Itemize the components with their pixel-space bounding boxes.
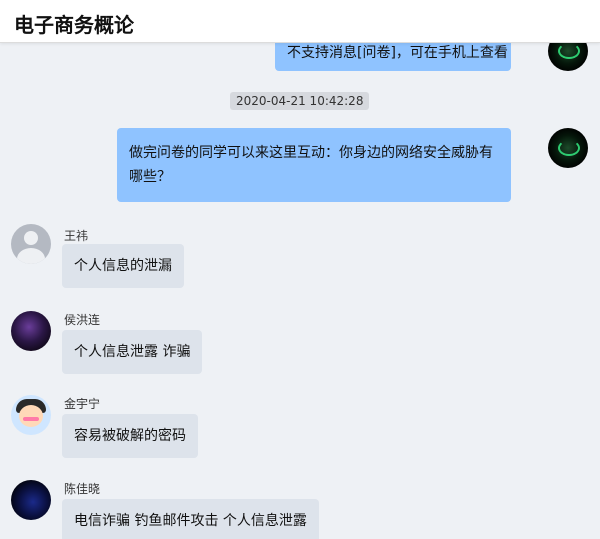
sender-name: 金宇宁 [64,397,101,411]
default-avatar-icon [24,231,38,245]
user-avatar[interactable] [11,395,51,435]
user-avatar[interactable] [11,311,51,351]
self-message-bubble: 做完问卷的同学可以来这里互动：你身边的网络安全威胁有哪些？ [117,128,511,202]
sender-name: 侯洪连 [64,313,101,327]
user-message-text: 容易被破解的密码 [74,428,186,444]
message-timestamp: 2020-04-21 10:42:28 [230,92,370,110]
self-message-text: 做完问卷的同学可以来这里互动：你身边的网络安全威胁有哪些？ [129,145,493,185]
user-message-text: 个人信息泄露 诈骗 [74,344,191,360]
default-avatar-shoulders [17,248,45,264]
user-message-text: 个人信息的泄漏 [74,258,172,274]
user-message-bubble: 容易被破解的密码 [62,414,198,458]
user-avatar[interactable] [11,224,51,264]
sender-name: 王祎 [64,229,89,243]
self-avatar[interactable] [548,128,588,168]
chat-area[interactable]: 不支持消息[问卷]，可在手机上查看 2020-04-21 10:42:28 做完… [0,43,600,539]
app-header: 电子商务概论 [0,0,600,43]
user-message-text: 电信诈骗 钓鱼邮件攻击 个人信息泄露 [74,513,307,529]
sender-name: 陈佳晓 [64,482,101,496]
user-message-bubble: 电信诈骗 钓鱼邮件攻击 个人信息泄露 [62,499,319,539]
avatar-face [19,405,43,427]
user-message-bubble: 个人信息的泄漏 [62,244,184,288]
user-avatar[interactable] [11,480,51,520]
self-message-bubble: 不支持消息[问卷]，可在手机上查看 [275,43,511,71]
avatar-blush [23,417,39,421]
page-title: 电子商务概论 [14,13,134,37]
self-avatar[interactable] [548,43,588,71]
self-message-text: 不支持消息[问卷]，可在手机上查看 [287,45,508,61]
user-message-bubble: 个人信息泄露 诈骗 [62,330,203,374]
